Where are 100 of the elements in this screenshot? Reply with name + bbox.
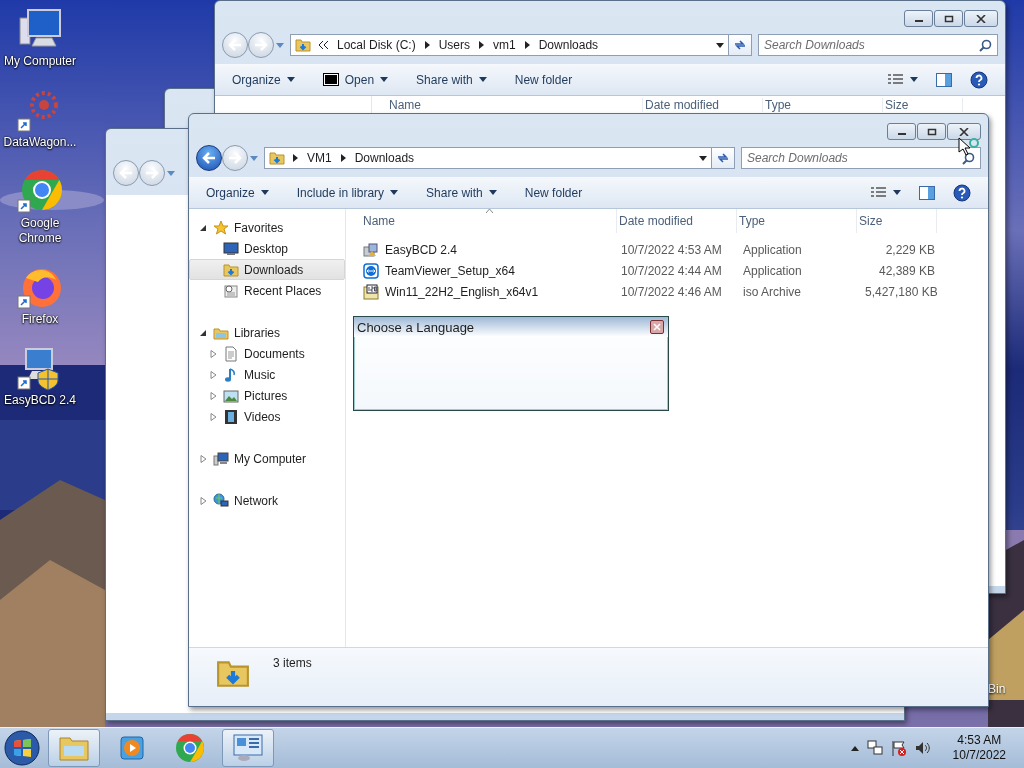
picture-icon [223,387,239,404]
film-icon [223,408,239,425]
view-list-icon [888,73,904,86]
search-field[interactable]: Search Downloads [741,147,981,169]
nav-item[interactable]: Videos [189,406,345,427]
toolbar-menu-button[interactable]: Organize [206,185,269,200]
column-header[interactable]: Date modified [643,98,763,112]
forward-button[interactable] [139,160,165,186]
close-button[interactable] [947,123,981,140]
column-header[interactable]: Size [883,98,963,112]
file-name[interactable]: TeamViewer_Setup_x64 [361,262,619,279]
type-cell-text: iso Archive [742,284,803,299]
nav-item[interactable]: Music [189,364,345,385]
firefox-icon [16,266,64,310]
address-bar[interactable]: Local Disk (C:) Users vm1 Downloads [290,34,729,56]
search-icon [962,152,975,165]
refresh-button[interactable] [711,147,735,169]
breadcrumb-arrow-icon [479,41,485,49]
search-field[interactable]: Search Downloads [758,34,998,56]
close-button[interactable] [964,10,998,27]
toolbar-menu-button[interactable]: Share with [416,72,487,87]
refresh-button[interactable] [728,34,752,56]
desktop-icon-label[interactable]: Google Chrome [1,216,79,246]
dropdown-arrow-icon [716,42,724,48]
file-name[interactable]: EasyBCD 2.4 [361,241,619,258]
column-header[interactable]: Type [737,209,857,233]
clock-time[interactable]: 4:53 AM [957,733,1002,748]
collapsed-arrow-icon[interactable] [209,391,217,400]
help-button[interactable] [970,70,988,89]
new-folder-button[interactable]: New folder [524,185,583,200]
nav-item[interactable]: Favorites [189,217,345,238]
refresh-icon [733,39,747,51]
desktop-icon-label[interactable]: EasyBCD 2.4 [1,393,79,408]
collapsed-arrow-icon[interactable] [209,349,217,358]
breadcrumb-arrow-icon [293,154,298,162]
toolbar-menu-button[interactable]: Share with [426,185,497,200]
close-icon [959,127,969,136]
help-button[interactable] [953,183,971,202]
breadcrumb[interactable]: vm1 [493,38,516,52]
back-arrow-icon [119,167,133,179]
flag-icon[interactable] [890,740,907,756]
maximize-button[interactable] [934,10,963,27]
desktop-icon-label[interactable]: DataWagon... [1,135,79,150]
recent-places-icon [223,282,239,299]
desktop-icon-label[interactable]: My Computer [1,54,79,69]
column-header[interactable]: Type [763,98,883,112]
help-icon [970,70,988,89]
new-folder-button[interactable]: New folder [514,72,573,87]
nav-item[interactable]: Network [189,490,345,511]
breadcrumb[interactable]: Users [438,38,471,52]
expanded-arrow-icon[interactable] [199,223,207,232]
preview-pane-button[interactable] [936,72,952,87]
help-icon [953,183,971,202]
breadcrumb[interactable]: Downloads [354,151,415,165]
collapsed-arrow-icon[interactable] [199,454,207,463]
start-button[interactable] [2,728,42,768]
collapsed-arrow-icon[interactable] [209,370,217,379]
nav-item[interactable]: Desktop [189,238,345,259]
taskbar-button[interactable] [48,729,100,767]
show-hidden-icons-icon[interactable] [850,745,859,751]
nav-item[interactable]: Pictures [189,385,345,406]
breadcrumb[interactable]: VM1 [307,151,332,165]
collapsed-arrow-icon[interactable] [209,412,217,421]
nav-item[interactable]: My Computer [189,448,345,469]
minimize-button[interactable] [887,123,916,140]
column-header[interactable]: Date modified [617,209,737,233]
toolbar-menu-button[interactable]: Organize [232,72,295,87]
column-header[interactable]: Name [387,98,643,112]
network-icon[interactable] [866,740,883,756]
view-options-button[interactable] [871,186,901,199]
toolbar-menu-button[interactable]: Include in library [296,185,399,200]
forward-button[interactable] [248,32,274,58]
preview-pane-button[interactable] [919,185,935,200]
size-cell-text: 42,389 KB [877,263,936,278]
address-bar[interactable]: VM1 Downloads [264,147,712,169]
breadcrumb[interactable]: Local Disk (C:) [337,38,416,52]
close-icon [653,323,661,331]
column-header[interactable]: Size [857,209,937,233]
taskbar-button[interactable] [222,729,274,767]
back-button[interactable] [196,145,222,171]
maximize-button[interactable] [917,123,946,140]
open-button[interactable]: Open [322,72,389,87]
breadcrumb[interactable]: Downloads [538,38,599,52]
column-header[interactable]: Name [361,209,617,233]
chrome-icon [175,733,205,763]
clock-date[interactable]: 10/7/2022 [952,748,1006,763]
speaker-icon[interactable] [914,740,931,756]
close-button[interactable] [650,320,664,334]
file-name[interactable]: Win11_22H2_English_x64v1 [361,283,619,300]
collapsed-arrow-icon[interactable] [199,496,207,505]
nav-item[interactable]: Documents [189,343,345,364]
computer-icon [213,450,229,467]
minimize-button[interactable] [904,10,933,27]
desktop-icon-label[interactable]: Firefox [1,312,79,327]
nav-item[interactable]: Libraries [189,322,345,343]
back-arrow-icon [228,39,242,51]
view-options-button[interactable] [888,73,918,86]
nav-item[interactable]: Recent Places [189,280,345,301]
nav-item[interactable]: Downloads [189,259,345,280]
expanded-arrow-icon[interactable] [199,328,207,337]
